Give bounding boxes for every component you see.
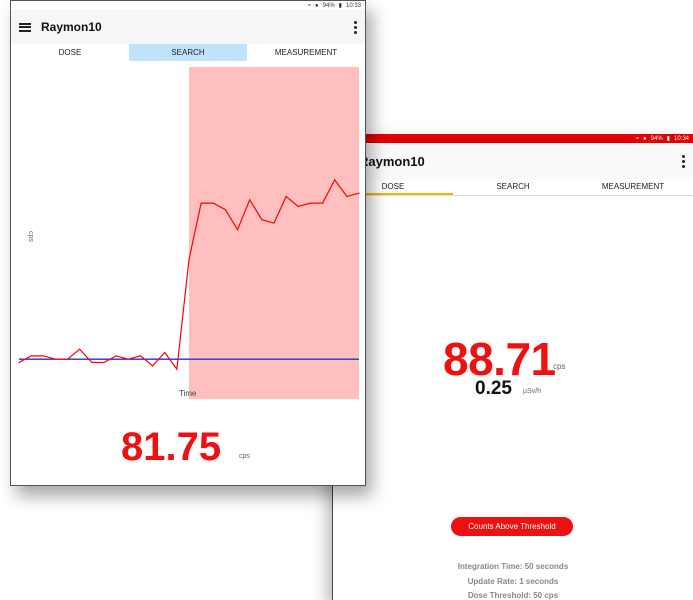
count-point — [91, 361, 93, 364]
integration-time-text: Integration Time: 50 seconds — [457, 562, 569, 571]
tab-search[interactable]: SEARCH — [453, 180, 573, 195]
count-point — [103, 361, 105, 364]
battery-label: 94% — [322, 2, 335, 9]
wifi-icon: ≈ — [635, 135, 640, 142]
hamburger-menu-icon[interactable] — [19, 22, 31, 32]
search-window: ≈ ● 94% ▮ 10:33 Raymon10 DOSE SEARCH MEA… — [10, 0, 366, 486]
count-point — [297, 205, 299, 208]
count-point — [346, 195, 348, 198]
counts-above-threshold-button[interactable]: Counts Above Threshold — [451, 517, 573, 536]
count-point — [249, 199, 251, 201]
tab-bar: DOSE SEARCH MEASUREMENT — [333, 180, 693, 196]
tab-measurement[interactable]: MEASUREMENT — [247, 44, 365, 61]
search-chart: cps Time — [18, 67, 360, 399]
location-icon: ● — [643, 135, 647, 142]
clock: 10:34 — [673, 135, 689, 142]
status-bar: ≈ ● 94% ▮ 10:34 — [333, 134, 693, 143]
app-title: Raymon10 — [41, 20, 102, 34]
status-bar: ≈ ● 94% ▮ 10:33 — [11, 1, 365, 10]
count-point — [176, 368, 178, 370]
count-point — [42, 355, 44, 357]
count-point — [334, 179, 336, 181]
clock: 10:33 — [345, 2, 361, 9]
count-point — [358, 192, 360, 194]
count-point — [200, 202, 202, 204]
tab-search[interactable]: SEARCH — [129, 44, 247, 61]
tab-bar: DOSE SEARCH MEASUREMENT — [11, 44, 365, 61]
count-point — [261, 219, 263, 221]
count-point — [18, 361, 20, 364]
dose-threshold-text: Dose Threshold: 50 cps — [467, 591, 559, 600]
app-title: Raymon10 — [359, 154, 425, 169]
x-axis-label: Time — [179, 389, 197, 398]
count-point — [285, 195, 287, 198]
battery-label: 94% — [650, 135, 663, 142]
count-point — [127, 358, 129, 360]
cps-unit: cps — [239, 453, 250, 460]
update-rate-text: Update Rate: 1 seconds — [467, 577, 559, 586]
wifi-icon: ≈ — [307, 2, 312, 9]
dose-rate-reading: 0.25 — [475, 378, 512, 399]
count-point — [273, 222, 275, 224]
highlight-region — [189, 67, 359, 399]
battery-icon: ▮ — [666, 136, 670, 142]
count-point — [79, 348, 81, 350]
count-point — [54, 358, 57, 360]
dose-window: ≈ ● 94% ▮ 10:34 Raymon10 DOSE SEARCH MEA… — [332, 134, 693, 600]
count-point — [115, 355, 117, 357]
overflow-menu-icon[interactable] — [682, 155, 685, 168]
screen: ≈ ● 94% ▮ 10:34 Raymon10 DOSE SEARCH MEA… — [0, 0, 693, 600]
y-axis-label: cps — [27, 231, 34, 242]
app-bar: Raymon10 — [11, 10, 365, 44]
location-icon: ● — [315, 2, 319, 9]
tab-measurement[interactable]: MEASUREMENT — [573, 180, 693, 195]
cps-reading: 81.75 — [121, 425, 222, 469]
count-point — [321, 202, 324, 204]
count-point — [212, 202, 214, 204]
count-point — [236, 229, 239, 231]
battery-icon: ▮ — [338, 3, 342, 9]
dose-rate-unit: µSv/h — [523, 388, 542, 395]
count-point — [66, 358, 69, 360]
count-point — [151, 365, 154, 367]
tab-dose[interactable]: DOSE — [11, 44, 129, 61]
count-point — [224, 209, 227, 211]
count-point — [164, 351, 166, 354]
count-point — [309, 202, 312, 204]
app-bar: Raymon10 — [333, 143, 693, 180]
count-point — [188, 258, 190, 261]
overflow-menu-icon[interactable] — [354, 20, 357, 34]
count-point — [30, 355, 32, 357]
count-point — [139, 355, 142, 357]
cps-unit: cps — [553, 362, 566, 371]
